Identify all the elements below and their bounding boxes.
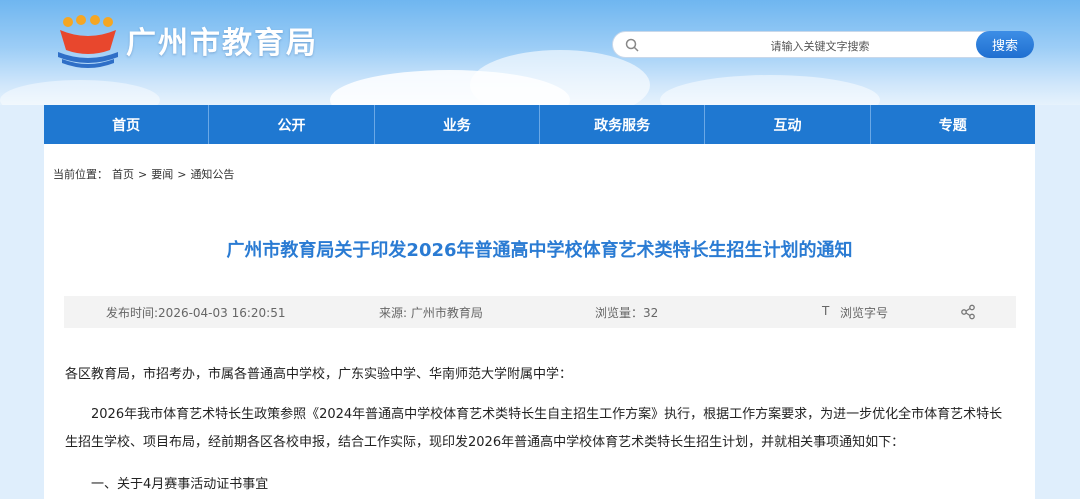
nav-item-topics[interactable]: 专题 bbox=[871, 105, 1035, 144]
search-bar: 搜索 bbox=[612, 31, 1034, 58]
breadcrumb-prefix: 当前位置： bbox=[53, 168, 108, 181]
article-body-line: 生招生学校、项目布局，经前期各区各校申报，结合工作实际，现印发2026年普通高中… bbox=[65, 435, 905, 450]
article-source: 来源: 广州市教育局 bbox=[379, 306, 483, 320]
nav-item-home[interactable]: 首页 bbox=[44, 105, 210, 144]
breadcrumb-link-notices[interactable]: 通知公告 bbox=[190, 168, 234, 181]
font-size-toggle[interactable]: 浏览字号 bbox=[840, 304, 888, 321]
breadcrumb-link-news[interactable]: 要闻 bbox=[151, 168, 173, 181]
education-bureau-logo-icon[interactable] bbox=[54, 12, 122, 68]
article-salutation: 各区教育局，市招考办，市属各普通高中学校，广东实验中学、华南师范大学附属中学： bbox=[65, 367, 573, 382]
site-header: 广州市教育局 搜索 bbox=[0, 0, 1080, 105]
cloud-decoration bbox=[470, 50, 650, 105]
nav-item-business[interactable]: 业务 bbox=[375, 105, 540, 144]
article-body-line: 2026年我市体育艺术特长生政策参照《2024年普通高中学校体育艺术类特长生自主… bbox=[91, 407, 1003, 422]
main-nav: 首页 公开 业务 政务服务 互动 专题 bbox=[44, 105, 1035, 144]
cloud-decoration bbox=[0, 80, 160, 105]
share-icon[interactable] bbox=[960, 304, 976, 320]
search-button[interactable]: 搜索 bbox=[976, 31, 1034, 58]
article-title: 广州市教育局关于印发2026年普通高中学校体育艺术类特长生招生计划的通知 bbox=[226, 240, 853, 261]
search-input[interactable] bbox=[653, 34, 987, 58]
breadcrumb-separator: > bbox=[138, 168, 148, 181]
view-count: 浏览量：32 bbox=[595, 306, 659, 320]
font-size-icon[interactable]: T bbox=[822, 304, 829, 318]
breadcrumb: 当前位置： 首页 > 要闻 > 通知公告 bbox=[53, 166, 238, 182]
nav-item-public[interactable]: 公开 bbox=[209, 105, 375, 144]
article-container: 当前位置： 首页 > 要闻 > 通知公告 广州市教育局关于印发2026年普通高中学校体育艺… bbox=[44, 144, 1035, 499]
breadcrumb-link-home[interactable]: 首页 bbox=[112, 168, 134, 181]
cloud-decoration bbox=[660, 75, 880, 105]
section-heading: 一、关于4月赛事活动证书事宜 bbox=[91, 477, 269, 492]
nav-item-interaction[interactable]: 互动 bbox=[705, 105, 871, 144]
article-meta-bar: 发布时间:2026-04-03 16:20:51 来源: 广州市教育局 浏览量：… bbox=[64, 296, 1016, 328]
search-icon bbox=[625, 38, 639, 52]
publish-time: 发布时间:2026-04-03 16:20:51 bbox=[106, 306, 286, 320]
site-title[interactable]: 广州市教育局 bbox=[126, 18, 318, 62]
nav-item-government-service[interactable]: 政务服务 bbox=[540, 105, 706, 144]
breadcrumb-separator: > bbox=[177, 168, 187, 181]
